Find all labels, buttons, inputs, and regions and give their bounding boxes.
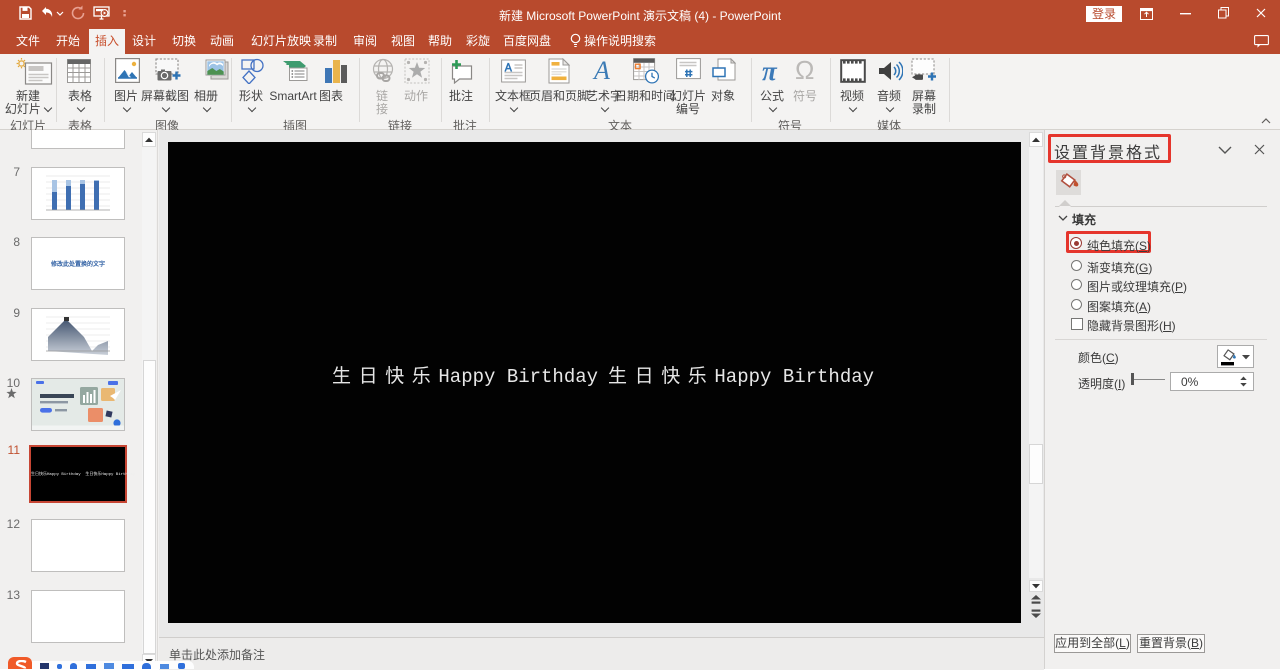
svg-text:A: A: [592, 58, 610, 84]
svg-text:π: π: [762, 57, 778, 85]
svg-text:Ω: Ω: [795, 57, 814, 85]
